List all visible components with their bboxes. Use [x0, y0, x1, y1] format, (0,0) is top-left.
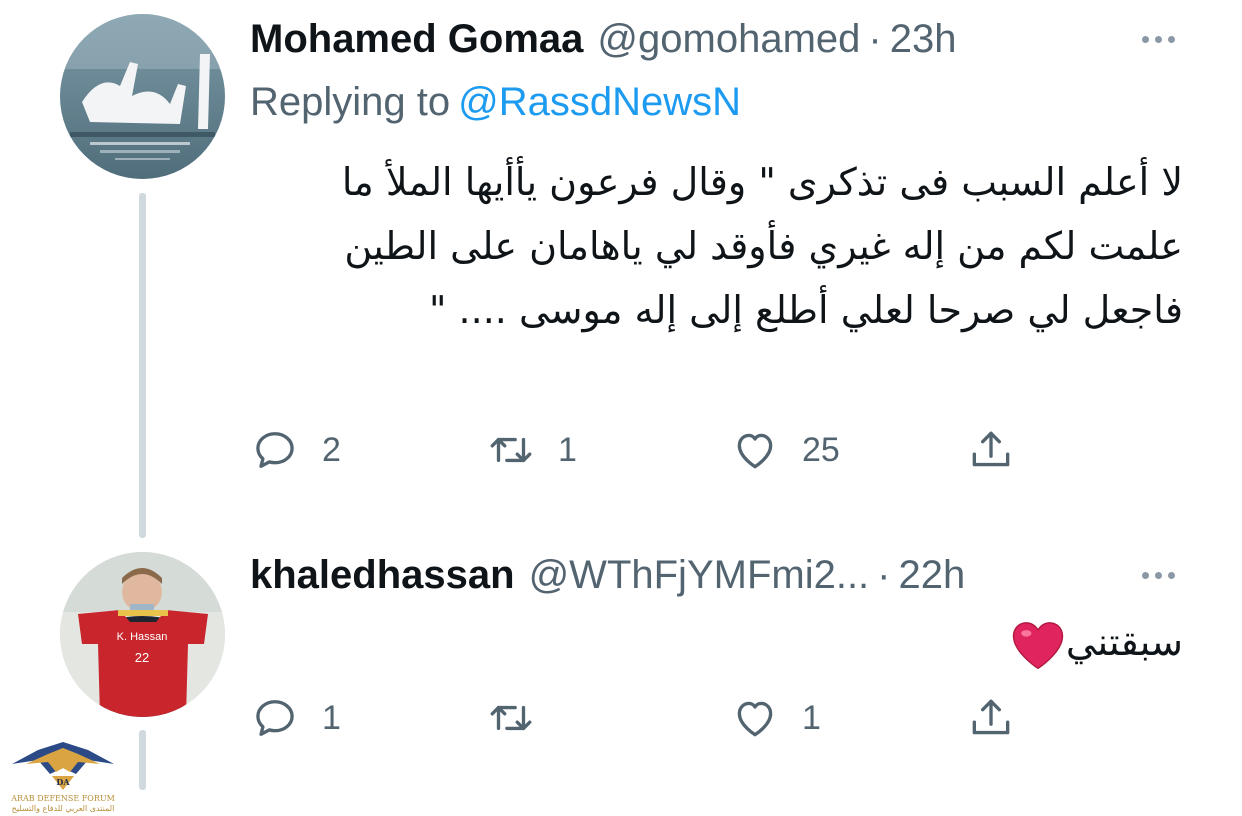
- heart-outline-icon: [737, 433, 773, 469]
- thread-line: [139, 730, 146, 790]
- watermark-name-ar: المنتدى العربي للدفاع والتسليح: [11, 804, 115, 813]
- avatar[interactable]: K. Hassan 22: [60, 552, 225, 717]
- person-holding-jersey-avatar-icon: K. Hassan 22: [60, 552, 225, 717]
- tweet-actions: 2 1 25: [250, 425, 1050, 475]
- like-button[interactable]: 25: [730, 425, 840, 475]
- reply-count: 2: [322, 430, 341, 469]
- separator-dot: ·: [868, 16, 882, 61]
- replying-label: Replying to: [250, 80, 451, 124]
- timestamp[interactable]: 22h: [899, 553, 966, 598]
- watermark-logo: DA ARAB DEFENSE FORUM المنتدى العربي للد…: [8, 738, 118, 814]
- tweet-text-content: سبقتني: [1065, 620, 1183, 664]
- reply-button[interactable]: 2: [250, 425, 341, 475]
- reply-button[interactable]: 1: [250, 693, 341, 743]
- separator-dot: ·: [877, 552, 891, 597]
- more-options-icon[interactable]: [1134, 552, 1182, 598]
- replying-to: Replying to @RassdNewsN: [250, 80, 741, 125]
- arab-defense-forum-logo-icon: DA: [12, 742, 114, 790]
- share-icon: [972, 699, 1010, 735]
- tweet-text: لا أعلم السبب فى تذكرى " وقال فرعون يأأي…: [341, 160, 1183, 332]
- retweet-icon: [490, 437, 532, 463]
- share-button[interactable]: [966, 693, 1016, 743]
- retweet-button[interactable]: [486, 693, 558, 743]
- reply-icon: [256, 432, 294, 468]
- display-name[interactable]: khaledhassan: [250, 553, 515, 598]
- replying-to-mention[interactable]: @RassdNewsN: [458, 80, 741, 124]
- avatar[interactable]: [60, 14, 225, 179]
- reply-icon: [256, 700, 294, 736]
- tweet-mohamed-gomaa[interactable]: Mohamed Gomaa @gomohamed · 23h Replying …: [0, 0, 1242, 540]
- calligraphy-avatar-icon: [60, 14, 225, 179]
- tweet-actions: 1 1: [250, 693, 1050, 743]
- like-button[interactable]: 1: [730, 693, 821, 743]
- jersey-name: K. Hassan: [117, 631, 168, 643]
- like-count: 25: [802, 430, 840, 469]
- red-heart-emoji-icon: [1012, 621, 1064, 669]
- more-options-icon[interactable]: [1134, 16, 1182, 62]
- heart-outline-icon: [737, 701, 773, 737]
- thread-line: [139, 193, 146, 538]
- tweet-text: سبقتني: [250, 610, 1183, 674]
- retweet-button[interactable]: 1: [486, 425, 577, 475]
- like-count: 1: [802, 698, 821, 737]
- watermark-name-en: ARAB DEFENSE FORUM: [11, 794, 115, 803]
- handle[interactable]: @gomohamed: [597, 17, 860, 62]
- timestamp[interactable]: 23h: [890, 17, 957, 62]
- share-icon: [972, 431, 1010, 467]
- watermark-logo-text: DA: [56, 777, 70, 787]
- retweet-icon: [490, 705, 532, 731]
- display-name[interactable]: Mohamed Gomaa: [250, 17, 583, 62]
- tweet-header: Mohamed Gomaa @gomohamed · 23h: [250, 16, 1182, 62]
- tweet-khaledhassan[interactable]: K. Hassan 22 khaledhassan @WThFjYMFmi2..…: [0, 540, 1242, 816]
- jersey-number: 22: [135, 650, 149, 665]
- handle[interactable]: @WThFjYMFmi2...: [529, 553, 870, 598]
- share-button[interactable]: [966, 425, 1016, 475]
- retweet-count: 1: [558, 430, 577, 469]
- tweet-header: khaledhassan @WThFjYMFmi2... · 22h: [250, 552, 1182, 598]
- reply-count: 1: [322, 698, 341, 737]
